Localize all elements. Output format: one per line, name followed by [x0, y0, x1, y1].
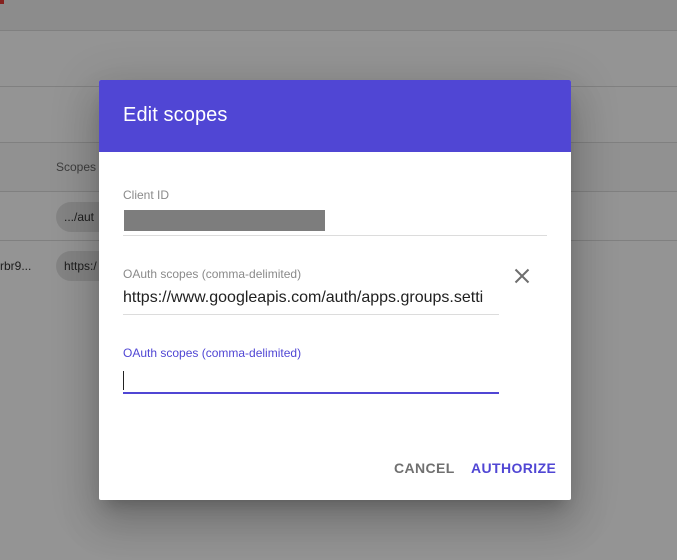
new-oauth-scopes-label: OAuth scopes (comma-delimited) [123, 346, 302, 360]
client-id-label: Client ID [123, 188, 170, 202]
new-oauth-scopes-underline [123, 392, 499, 394]
text-caret [123, 371, 124, 390]
dialog-title: Edit scopes [123, 104, 228, 126]
new-oauth-scopes-input[interactable] [123, 368, 499, 392]
cancel-button[interactable]: CANCEL [394, 460, 455, 476]
oauth-scopes-field[interactable]: https://www.googleapis.com/auth/apps.gro… [123, 289, 499, 307]
remove-scope-button[interactable] [506, 260, 538, 292]
oauth-scopes-label: OAuth scopes (comma-delimited) [123, 267, 302, 281]
dialog-header: Edit scopes [99, 80, 571, 152]
client-id-underline [123, 235, 547, 236]
edit-scopes-dialog: Edit scopes Client ID OAuth scopes (comm… [99, 80, 571, 500]
authorize-button[interactable]: AUTHORIZE [471, 460, 556, 476]
client-id-redacted-value [124, 210, 325, 231]
oauth-scopes-underline [123, 314, 499, 315]
close-icon [514, 268, 530, 284]
